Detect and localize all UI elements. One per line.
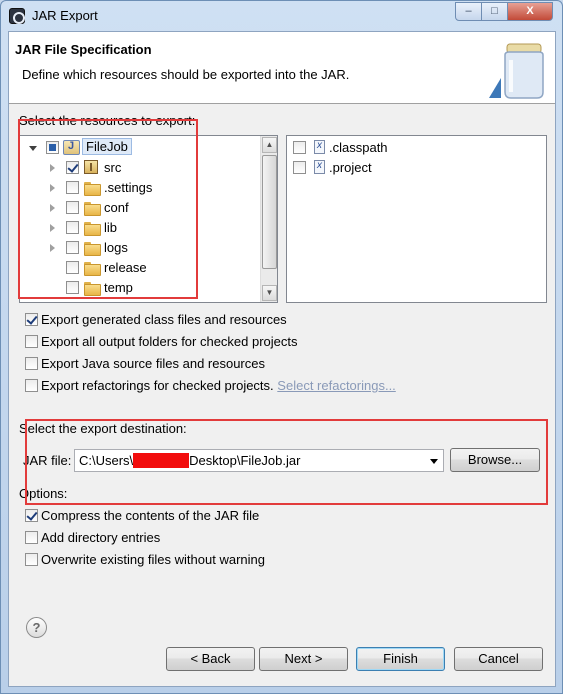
option-label: Export generated class files and resourc…	[41, 312, 287, 327]
minimize-button[interactable]: ‒	[455, 2, 482, 21]
annotation-box-destination	[25, 419, 548, 505]
scroll-up-icon[interactable]: ▲	[262, 137, 277, 153]
xml-file-icon	[314, 160, 325, 174]
window-title: JAR Export	[32, 8, 98, 23]
file-label-project: .project	[329, 160, 372, 175]
page-title: JAR File Specification	[15, 42, 152, 57]
maximize-button[interactable]: □	[481, 2, 508, 21]
eclipse-icon	[9, 8, 25, 24]
next-button[interactable]: Next >	[259, 647, 348, 671]
file-checkbox-classpath[interactable]	[293, 141, 306, 154]
checkbox-export-refactorings[interactable]	[25, 379, 38, 392]
option-label: Export Java source files and resources	[41, 356, 265, 371]
xml-file-icon	[314, 140, 325, 154]
jar-export-window: JAR Export ‒ □ X JAR File Specification …	[0, 0, 563, 694]
checkbox-overwrite[interactable]	[25, 553, 38, 566]
select-refactorings-link[interactable]: Select refactorings...	[277, 378, 396, 393]
cancel-button[interactable]: Cancel	[454, 647, 543, 671]
option-label: Compress the contents of the JAR file	[41, 508, 260, 523]
option-label: Add directory entries	[41, 530, 161, 545]
page-description: Define which resources should be exporte…	[22, 67, 350, 82]
scroll-thumb[interactable]	[262, 155, 277, 269]
checkbox-compress[interactable]	[25, 509, 38, 522]
wizard-header: JAR File Specification Define which reso…	[9, 32, 555, 104]
close-button[interactable]: X	[507, 2, 553, 21]
file-label-classpath: .classpath	[329, 140, 388, 155]
jar-icon	[489, 43, 544, 99]
option-label: Overwrite existing files without warning	[41, 552, 265, 567]
checkbox-export-output-folders[interactable]	[25, 335, 38, 348]
annotation-box-resources	[18, 119, 198, 299]
option-label: Export all output folders for checked pr…	[41, 334, 298, 349]
finish-button[interactable]: Finish	[356, 647, 445, 671]
back-button[interactable]: < Back	[166, 647, 255, 671]
checkbox-export-class-files[interactable]	[25, 313, 38, 326]
option-label: Export refactorings for checked projects…	[41, 378, 396, 393]
checkbox-add-directory-entries[interactable]	[25, 531, 38, 544]
option-label-text: Export refactorings for checked projects…	[41, 378, 274, 393]
file-item-project[interactable]: .project	[287, 158, 527, 178]
scroll-down-icon[interactable]: ▼	[262, 285, 277, 301]
file-checkbox-project[interactable]	[293, 161, 306, 174]
file-list[interactable]: .classpath .project	[286, 135, 547, 303]
file-item-classpath[interactable]: .classpath	[287, 138, 527, 158]
tree-scrollbar[interactable]: ▲ ▼	[260, 136, 277, 302]
checkbox-export-source[interactable]	[25, 357, 38, 370]
help-icon[interactable]: ?	[26, 617, 47, 638]
title-bar[interactable]: JAR Export ‒ □ X	[1, 1, 562, 31]
